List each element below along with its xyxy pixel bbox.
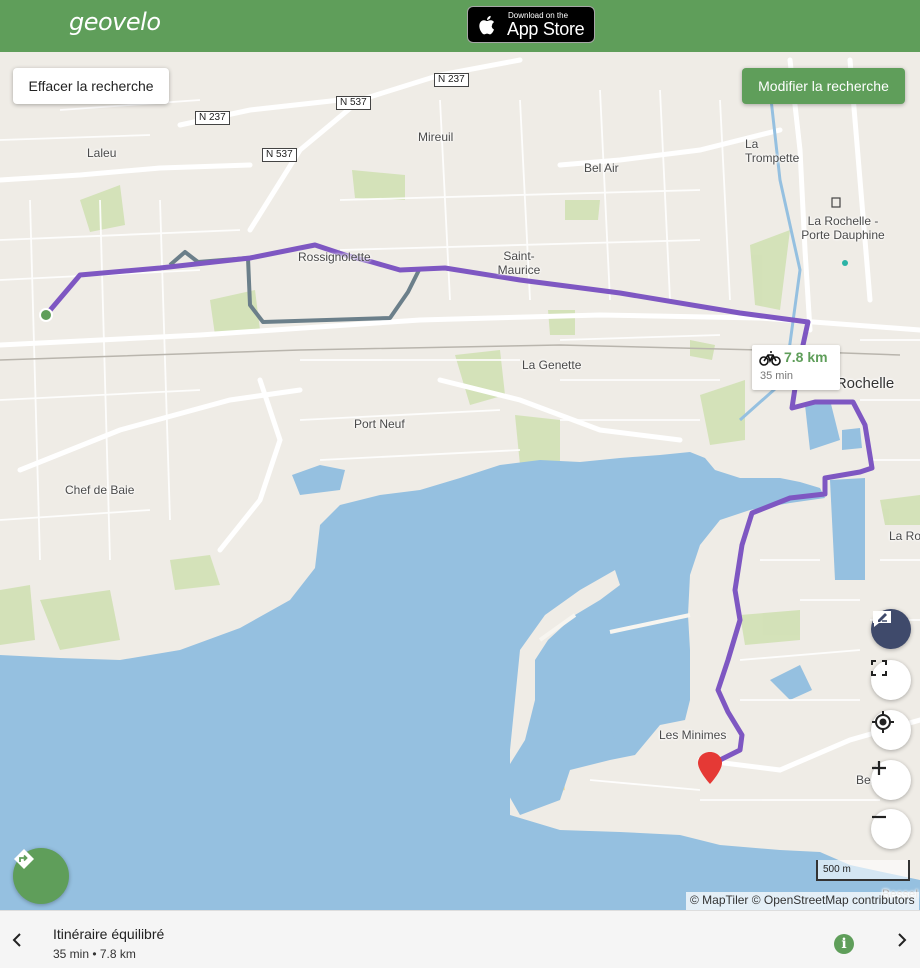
locate-icon [872,711,894,733]
road-shield: N 537 [262,148,297,162]
fullscreen-button[interactable] [871,660,911,700]
feedback-button[interactable] [871,609,911,649]
plus-icon [872,761,886,775]
place-label: Mireuil [418,130,454,144]
destination-marker-icon[interactable] [698,752,722,784]
road-shield: N 237 [195,111,230,125]
locate-me-button[interactable] [871,710,911,750]
top-bar: geovelo Download on the App Store [0,0,920,52]
chevron-left-icon[interactable] [10,933,24,947]
minus-icon [872,815,886,819]
app-store-badge[interactable]: Download on the App Store [467,6,595,43]
app-root: geovelo Download on the App Store Laleu … [0,0,920,968]
road-shield: N 537 [336,96,371,110]
place-label: La Trompette [745,137,800,165]
itinerary-bar: Itinéraire équilibré 35 min • 7.8 km i [0,910,920,968]
map-attribution[interactable]: © MapTiler © OpenStreetMap contributors [686,892,919,910]
place-label: Chef de Baie [65,483,135,497]
directions-button[interactable] [13,848,69,904]
map-canvas [0,52,920,910]
place-label: Les Minimes [659,728,727,742]
place-label: Saint-Maurice [497,249,541,277]
place-label: Port Neuf [354,417,405,431]
modify-search-button[interactable]: Modifier la recherche [742,68,905,104]
itinerary-title: Itinéraire équilibré [53,926,165,942]
station-dot [842,260,848,266]
place-label: La Roche [889,529,920,543]
info-icon[interactable]: i [834,934,854,954]
app-store-big-text: App Store [507,19,585,39]
fullscreen-icon [871,660,887,676]
place-label: La Rochelle - Porte Dauphine [801,214,885,242]
bicycle-icon [759,351,781,366]
geovelo-logo[interactable]: geovelo [69,8,161,36]
place-label: Rossignolette [298,250,371,264]
clear-search-button[interactable]: Effacer la recherche [13,68,169,104]
directions-icon [14,849,34,869]
itinerary-subtitle: 35 min • 7.8 km [53,947,136,961]
apple-icon [479,15,495,35]
road-shield: N 237 [434,73,469,87]
place-label: Laleu [87,146,117,160]
place-label: Bel Air [584,161,619,175]
route-summary-popup[interactable]: 7.8 km 35 min [752,345,840,390]
route-duration: 35 min [760,370,794,382]
place-label: La Genette [522,358,582,372]
map-view[interactable]: Laleu Mireuil La Trompette Bel Air La Ro… [0,52,920,910]
zoom-out-button[interactable] [871,809,911,849]
feedback-icon [873,611,891,627]
chevron-right-icon[interactable] [895,933,909,947]
zoom-in-button[interactable] [871,760,911,800]
origin-marker-icon [39,308,53,322]
map-scale: 500 m [816,860,910,881]
route-distance: 7.8 km [784,349,828,365]
